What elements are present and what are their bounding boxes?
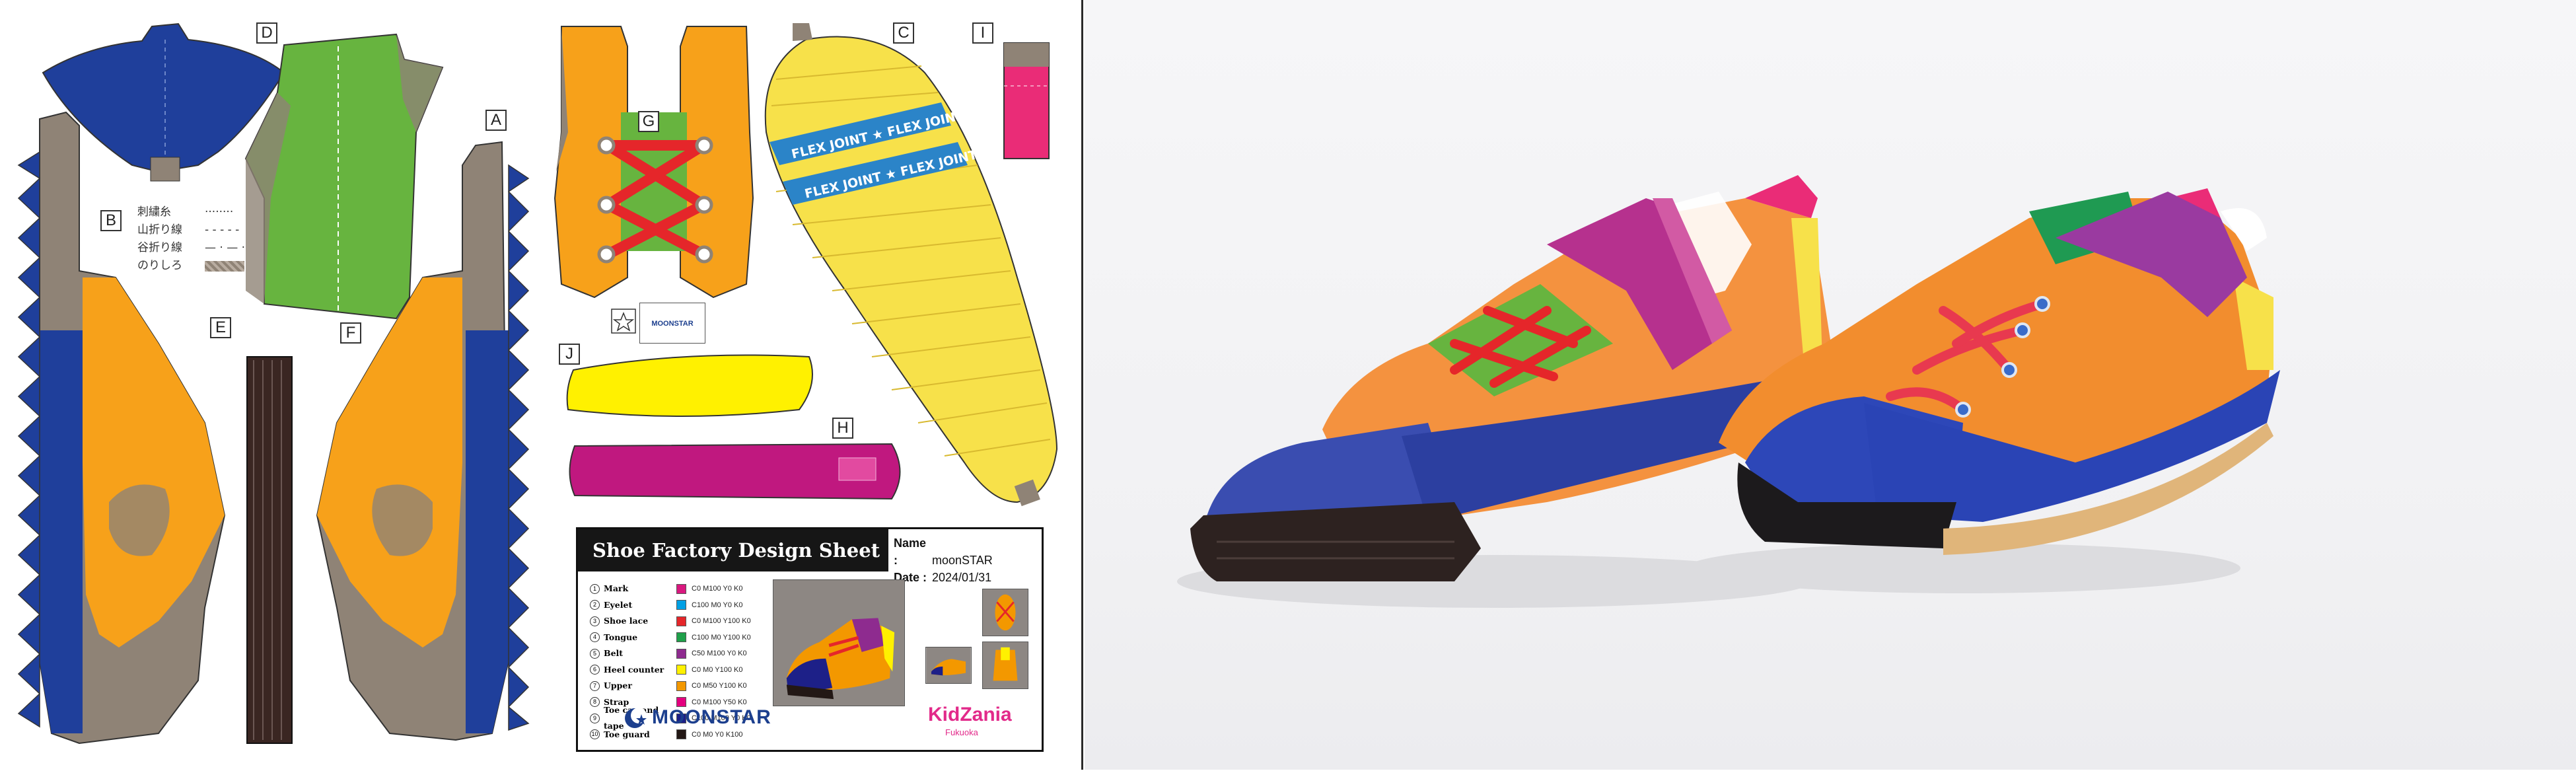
part-g-shape <box>554 26 628 299</box>
legend-label: 刺繍糸 <box>137 205 171 219</box>
brand-kidzania-sub: Fukuoka <box>945 727 978 737</box>
design-sheet-title: Shoe Factory Design Sheet <box>578 529 888 571</box>
legend-label: 山折り線 <box>137 223 182 237</box>
spec-number: 5 <box>590 648 600 659</box>
label-g: G <box>638 111 659 132</box>
spec-number: 6 <box>590 665 600 675</box>
color-spec-row: 6 Heel counter C0 M0 Y100 K0 <box>590 662 751 679</box>
spec-part-name: Tongue <box>604 632 638 642</box>
name-value: moonSTAR <box>932 554 993 567</box>
spec-part-name: Heel counter <box>604 664 664 675</box>
spec-number: 7 <box>590 681 600 691</box>
legend-row: 刺繍糸 ········ <box>137 203 245 221</box>
spec-number: 1 <box>590 583 600 594</box>
legend-sample: ········ <box>205 205 234 219</box>
spec-number: 8 <box>590 697 600 708</box>
spec-number: 10 <box>590 729 600 740</box>
legend-row: 谷折り線 — · — · <box>137 239 245 257</box>
spec-cmyk-value: C50 M100 Y0 K0 <box>692 649 747 657</box>
brand-moonstar: MOONSTAR <box>652 706 771 728</box>
label-c: C <box>893 22 914 44</box>
color-spec-row: 7 Upper C0 M50 Y100 K0 <box>590 678 751 694</box>
part-d-tab <box>150 157 180 182</box>
design-sheet-meta: Name : moonSTAR Date :2024/01/31 <box>894 534 993 586</box>
design-sheet: Shoe Factory Design Sheet Name : moonSTAR… <box>576 527 1044 752</box>
name-label: Name : <box>894 536 927 567</box>
label-j: J <box>559 344 580 365</box>
label-d: D <box>256 22 277 44</box>
color-spec-row: 10 Toe guard C0 M0 Y0 K100 <box>590 727 751 743</box>
part-logo-tag: MOONSTAR <box>639 303 705 344</box>
spec-color-swatch <box>676 648 686 659</box>
fold-legend: 刺繍糸 ········ 山折り線 - - - - - 谷折り線 — · — ·… <box>137 203 245 275</box>
date-value: 2024/01/31 <box>932 571 992 584</box>
spec-color-swatch <box>676 583 686 594</box>
spec-cmyk-value: C0 M0 Y0 K100 <box>692 730 743 739</box>
spec-color-swatch <box>676 665 686 675</box>
back-view-thumbnail <box>982 642 1028 689</box>
spec-cmyk-value: C0 M0 Y100 K0 <box>692 665 743 674</box>
color-spec-row: 1 Mark C0 M100 Y0 K0 <box>590 581 751 597</box>
legend-label: 谷折り線 <box>137 241 182 254</box>
spec-part-name: Mark <box>604 583 629 593</box>
color-spec-row: 5 Belt C50 M100 Y0 K0 <box>590 645 751 662</box>
template-sheet: FLEX JOINT ★ FLEX JOINT FLEX JOINT ★ FLE… <box>0 0 1083 770</box>
color-spec-row: 4 Tongue C100 M0 Y100 K0 <box>590 630 751 646</box>
legend-glue-swatch <box>205 260 244 272</box>
label-f: F <box>340 322 361 344</box>
legend-sample: — · — · <box>205 241 246 254</box>
spec-part-name: Upper <box>604 681 632 690</box>
spec-cmyk-value: C0 M100 Y0 K0 <box>692 585 743 593</box>
label-e: E <box>210 317 231 338</box>
spec-color-swatch <box>676 729 686 740</box>
label-b: B <box>100 210 122 231</box>
label-a: A <box>485 110 507 131</box>
spec-color-swatch <box>676 616 686 626</box>
paper-shoe <box>1190 175 1831 581</box>
spec-part-name: Shoe lace <box>604 616 649 626</box>
legend-row: のりしろ <box>137 257 245 275</box>
spec-cmyk-value: C0 M100 Y100 K0 <box>692 617 751 625</box>
spec-number: 4 <box>590 632 600 643</box>
color-spec-row: 2 Eyelet C100 M0 Y0 K0 <box>590 597 751 614</box>
spec-cmyk-value: C0 M50 Y100 K0 <box>692 682 747 690</box>
spec-color-swatch <box>676 697 686 708</box>
side-view-thumbnail <box>925 647 972 684</box>
spec-color-swatch <box>676 600 686 610</box>
spec-number: 9 <box>590 713 600 723</box>
color-spec-row: 3 Shoe lace C0 M100 Y100 K0 <box>590 613 751 630</box>
spec-part-name: Eyelet <box>604 599 633 610</box>
label-i: I <box>972 22 993 44</box>
shoe-thumbnail <box>773 579 905 706</box>
moonstar-logo-icon <box>625 708 647 728</box>
shoes-illustration <box>1177 175 2280 608</box>
spec-color-swatch <box>676 632 686 643</box>
spec-number: 3 <box>590 616 600 626</box>
legend-sample: - - - - - <box>205 223 240 237</box>
top-view-thumbnail <box>982 589 1028 636</box>
spec-part-name: Belt <box>604 648 624 658</box>
finished-shoes-photo <box>1085 0 2576 770</box>
part-j-shape <box>566 354 813 417</box>
legend-row: 山折り線 - - - - - <box>137 221 245 239</box>
label-h: H <box>832 418 853 439</box>
spec-color-swatch <box>676 681 686 691</box>
spec-cmyk-value: C100 M0 Y100 K0 <box>692 633 751 642</box>
legend-label: のりしろ <box>137 259 182 272</box>
spec-cmyk-value: C100 M0 Y0 K0 <box>692 601 743 609</box>
brand-kidzania: KidZania <box>928 704 1012 725</box>
spec-number: 2 <box>590 600 600 610</box>
